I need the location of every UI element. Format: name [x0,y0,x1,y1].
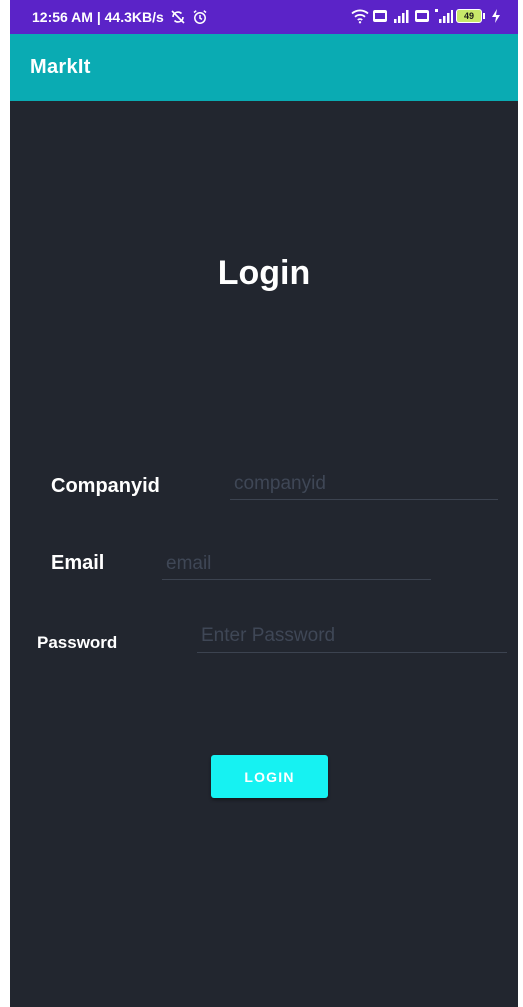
login-heading: Login [217,254,311,292]
volte-icon [372,8,388,24]
app-bar: MarkIt [10,34,518,101]
status-left: 12:56 AM | 44.3KB/s [32,9,208,25]
email-input[interactable] [162,552,431,580]
battery-tip-icon [483,13,485,19]
companyid-label: Companyid [51,475,160,497]
battery-icon: 49 [456,9,482,23]
charging-icon [490,8,506,24]
login-button[interactable]: LOGIN [211,755,328,798]
volte-icon-2 [414,8,430,24]
no-sync-icon [170,9,186,25]
password-label: Password [37,633,118,652]
companyid-input[interactable] [230,472,498,500]
signal-icon [393,8,409,24]
4g-signal-icon [435,8,453,24]
status-right: 49 [351,8,506,24]
wifi-icon [351,8,369,24]
app-title: MarkIt [30,56,91,78]
email-label: Email [51,552,105,574]
app-screen: 12:56 AM | 44.3KB/s 49 MarkIt Login Comp… [10,0,518,1007]
status-time-speed: 12:56 AM | 44.3KB/s [32,9,164,25]
alarm-icon [192,9,208,25]
status-bar: 12:56 AM | 44.3KB/s 49 [10,0,518,34]
password-input[interactable] [197,623,507,653]
